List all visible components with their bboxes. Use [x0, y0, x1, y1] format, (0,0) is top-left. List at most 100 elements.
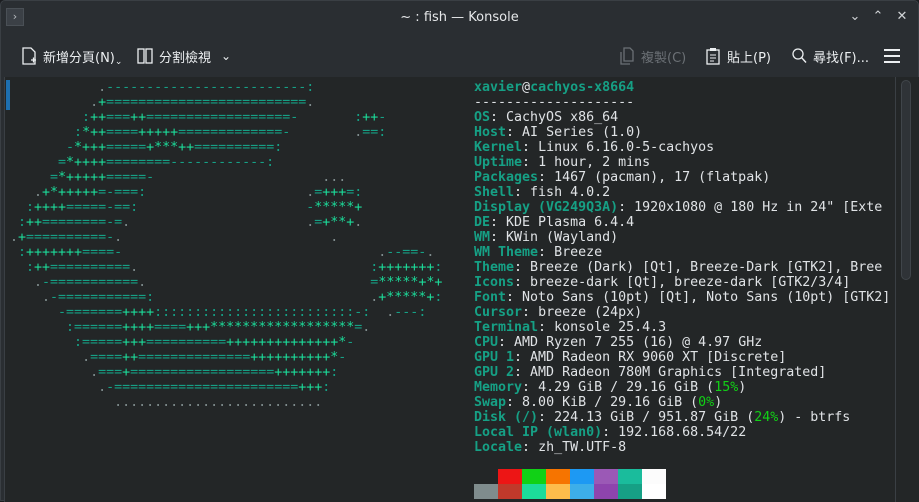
ascii-line: ..........................	[114, 395, 323, 410]
color-swatch	[594, 469, 618, 484]
find-label: 尋找(F)...	[813, 50, 870, 66]
hamburger-menu-button[interactable]	[883, 45, 900, 67]
color-swatch	[594, 484, 618, 499]
info-row: CPU: AMD Ryzen 7 255 (16) @ 4.97 GHz	[474, 335, 763, 350]
info-label: GPU 2	[474, 365, 515, 380]
konsole-window: › ~ : fish — Konsole ⌄ ⌃ ✕ 新增分頁(N) ⌄ 分割檢…	[0, 0, 919, 502]
window-title: ~ : fish — Konsole	[400, 10, 519, 25]
color-swatch	[642, 469, 666, 484]
system-info: xavier@cachyos-x8664 -------------------…	[474, 80, 890, 455]
info-row: WM Theme: Breeze	[474, 245, 603, 260]
info-value: konsole 25.4.3	[554, 320, 667, 335]
info-row: Terminal: konsole 25.4.3	[474, 320, 667, 335]
info-row: WM: KWin (Wayland)	[474, 230, 619, 245]
info-value: 224.13 GiB / 951.87 GiB (	[554, 410, 755, 425]
info-label: Locale	[474, 440, 523, 455]
ascii-line: :*++====+++++=============- .==:	[10, 125, 387, 140]
split-view-button[interactable]: 分割檢視 ⌄	[137, 45, 231, 67]
ascii-line: .+==========-. .	[10, 230, 339, 245]
usage-percent: 15%	[714, 380, 739, 395]
info-row: Memory: 4.29 GiB / 29.16 GiB (15%)	[474, 380, 747, 395]
ascii-line: .-===========. =*****+*+	[34, 275, 443, 290]
info-value: Noto Sans (10pt) [Qt], Noto Sans (10pt) …	[522, 290, 891, 305]
info-label: WM Theme	[474, 245, 539, 260]
title-bar: › ~ : fish — Konsole ⌄ ⌃ ✕	[1, 1, 918, 35]
terminal-view[interactable]: .-------------------------: .+==========…	[4, 77, 919, 502]
info-row: Packages: 1467 (pacman), 17 (flatpak)	[474, 170, 771, 185]
info-label: Swap	[474, 395, 507, 410]
paste-label: 貼上(P)	[727, 50, 771, 66]
find-button[interactable]: 尋找(F)...	[791, 45, 869, 67]
info-label: GPU 1	[474, 350, 515, 365]
maximize-button[interactable]: ⌃	[869, 9, 887, 24]
dropdown-indicator-icon: ⌄	[114, 57, 123, 67]
ascii-line: :++==========. :+++++++:	[10, 260, 443, 275]
split-view-label: 分割檢視	[159, 50, 212, 66]
color-swatch	[618, 484, 642, 499]
ascii-line: :======++++====+++******************=.	[10, 320, 371, 335]
ascii-line: .===+==================+++++++:	[90, 365, 339, 380]
ascii-line: .-=======================+++:	[98, 380, 331, 395]
hostname: cachyos-x8664	[530, 80, 635, 95]
info-label: Display (VG249Q3A)	[474, 200, 619, 215]
ascii-line: .+*+++++=-===: .=+++=:	[34, 185, 363, 200]
info-value: KWin (Wayland)	[506, 230, 619, 245]
scrollbar-thumb[interactable]	[901, 80, 911, 280]
ascii-line: :+++++++====- .--==-.	[10, 245, 435, 260]
info-label: Cursor	[474, 305, 523, 320]
info-row: Shell: fish 4.0.2	[474, 185, 611, 200]
info-value: AMD Radeon 780M Graphics [Integrated]	[530, 365, 827, 380]
info-value: Breeze (Dark) [Qt], Breeze-Dark [GTK2], …	[530, 260, 883, 275]
info-label: Shell	[474, 185, 515, 200]
paste-button[interactable]: 貼上(P)	[705, 45, 771, 67]
info-value: Breeze	[554, 245, 603, 260]
info-label: Terminal	[474, 320, 539, 335]
info-label: Font	[474, 290, 507, 305]
info-row: Theme: Breeze (Dark) [Qt], Breeze-Dark […	[474, 260, 883, 275]
palette-row-normal	[474, 469, 666, 484]
ascii-line: -=======++++:::::::::::::::::::::::::-: …	[10, 305, 427, 320]
copy-button[interactable]: 複製(C)	[619, 45, 686, 67]
info-value: 1 hour, 2 mins	[538, 155, 651, 170]
color-swatch	[642, 484, 666, 499]
info-value-tail: )	[738, 380, 747, 395]
at-sign: @	[522, 80, 531, 95]
info-value-tail: )	[714, 395, 723, 410]
info-row: Swap: 8.00 KiB / 29.16 GiB (0%)	[474, 395, 723, 410]
color-swatch	[618, 469, 642, 484]
info-label: Packages	[474, 170, 539, 185]
info-label: DE	[474, 215, 491, 230]
info-value: 1467 (pacman), 17 (flatpak)	[554, 170, 771, 185]
info-label: CPU	[474, 335, 499, 350]
ascii-line: -*+++=====+***++==========:	[10, 140, 283, 155]
paste-icon	[705, 47, 721, 65]
ascii-line: .-===========: .+*****+:	[42, 290, 443, 305]
scrollbar-track[interactable]	[895, 77, 896, 502]
palette-row-bright	[474, 484, 666, 499]
usage-percent: 0%	[698, 395, 715, 410]
close-button[interactable]: ✕	[893, 9, 911, 24]
color-swatch	[522, 469, 546, 484]
color-swatch	[498, 484, 522, 499]
minimize-button[interactable]: ⌄	[846, 9, 864, 24]
info-row: Host: AI Series (1.0)	[474, 125, 643, 140]
info-row: Local IP (wlan0): 192.168.68.54/22	[474, 425, 747, 440]
info-value: 4.29 GiB / 29.16 GiB (	[538, 380, 715, 395]
info-label: Disk (/)	[474, 410, 539, 425]
chevron-down-icon: ⌄	[849, 9, 861, 24]
ascii-line: :++===++==================- :++-	[10, 110, 387, 125]
info-value: AMD Radeon RX 9060 XT [Discrete]	[530, 350, 787, 365]
separator: --------------------	[474, 95, 635, 110]
ascii-line: :++========-=. .=+**+.	[10, 215, 363, 230]
info-value: AMD Ryzen 7 255 (16) @ 4.97 GHz	[514, 335, 763, 350]
color-swatch	[522, 484, 546, 499]
info-label: Host	[474, 125, 507, 140]
info-row: Locale: zh_TW.UTF-8	[474, 440, 627, 455]
info-value: breeze (24px)	[538, 305, 643, 320]
info-row: Disk (/): 224.13 GiB / 951.87 GiB (24%) …	[474, 410, 851, 425]
user-host-line: xavier@cachyos-x8664	[474, 80, 634, 95]
chevron-down-icon: ⌄	[221, 49, 232, 63]
info-row: Font: Noto Sans (10pt) [Qt], Noto Sans (…	[474, 290, 891, 305]
new-tab-button[interactable]: 新增分頁(N) ⌄	[21, 45, 122, 67]
ascii-line: :=====+++==========++++++++++++++*-	[10, 335, 355, 350]
